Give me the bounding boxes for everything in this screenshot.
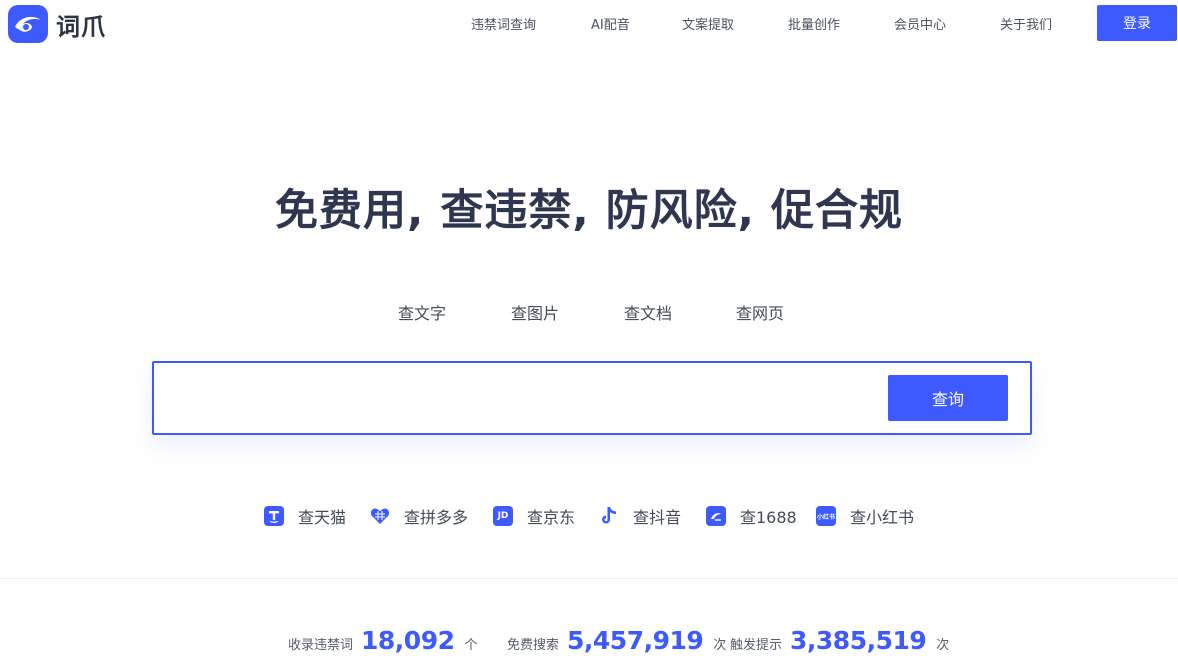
tab-document[interactable]: 查文档 bbox=[624, 300, 672, 324]
stat-label: 收录违禁词 bbox=[288, 638, 354, 653]
search-input[interactable] bbox=[166, 375, 866, 421]
top-nav: 违禁词查询 AI配音 文案提取 批量创作 会员中心 关于我们 bbox=[0, 0, 1178, 46]
platform-label: 查1688 bbox=[740, 508, 797, 527]
tab-image[interactable]: 查图片 bbox=[511, 300, 559, 324]
nav-item-ai-voice[interactable]: AI配音 bbox=[591, 14, 630, 33]
search-button[interactable]: 查询 bbox=[888, 375, 1008, 421]
platform-label: 查抖音 bbox=[633, 508, 682, 527]
stat-free-searches: 免费搜索 5,457,919 次 bbox=[507, 626, 726, 655]
stat-label: 触发提示 bbox=[730, 638, 783, 653]
stat-unit: 个 bbox=[464, 638, 478, 653]
platform-links: 查天猫 查拼多多 JD 查京东 查抖音 查1688 小红书 查小红书 bbox=[0, 504, 1178, 530]
douyin-icon bbox=[599, 506, 619, 526]
tmall-icon bbox=[264, 506, 284, 526]
nav-item-copy-extract[interactable]: 文案提取 bbox=[682, 14, 734, 33]
platform-label: 查京东 bbox=[527, 508, 576, 527]
search-box: 查询 bbox=[152, 361, 1032, 435]
stats-bar: 收录违禁词 18,092 个 免费搜索 5,457,919 次 触发提示 3,3… bbox=[0, 626, 1178, 660]
stat-value: 3,385,519 bbox=[790, 626, 927, 655]
login-button[interactable]: 登录 bbox=[1097, 5, 1177, 41]
header: 词爪 违禁词查询 AI配音 文案提取 批量创作 会员中心 关于我们 登录 bbox=[0, 0, 1178, 46]
stat-unit: 次 bbox=[936, 638, 950, 653]
stat-unit: 次 bbox=[713, 638, 727, 653]
platform-pinduoduo[interactable]: 查拼多多 bbox=[370, 504, 468, 528]
stat-value: 18,092 bbox=[361, 626, 455, 655]
xiaohongshu-icon: 小红书 bbox=[816, 506, 836, 526]
query-type-tabs: 查文字 查图片 查文档 查网页 bbox=[0, 300, 1178, 324]
tab-webpage[interactable]: 查网页 bbox=[736, 300, 784, 324]
nav-item-member-center[interactable]: 会员中心 bbox=[894, 14, 946, 33]
tab-text[interactable]: 查文字 bbox=[398, 300, 446, 324]
platform-label: 查拼多多 bbox=[404, 508, 469, 527]
stat-label: 免费搜索 bbox=[507, 638, 560, 653]
platform-label: 查小红书 bbox=[850, 508, 915, 527]
jd-icon: JD bbox=[493, 506, 513, 526]
nav-item-batch-create[interactable]: 批量创作 bbox=[788, 14, 840, 33]
platform-tmall[interactable]: 查天猫 bbox=[264, 504, 346, 528]
platform-jd[interactable]: JD 查京东 bbox=[493, 504, 575, 528]
platform-1688[interactable]: 查1688 bbox=[706, 504, 797, 528]
page-title: 免费用, 查违禁, 防风险, 促合规 bbox=[275, 186, 903, 236]
pinduoduo-icon bbox=[370, 506, 390, 526]
stat-triggered-alerts: 触发提示 3,385,519 次 bbox=[730, 626, 949, 655]
platform-xiaohongshu[interactable]: 小红书 查小红书 bbox=[816, 504, 914, 528]
section-divider bbox=[0, 578, 1178, 579]
stat-value: 5,457,919 bbox=[567, 626, 704, 655]
nav-item-banned-word-query[interactable]: 违禁词查询 bbox=[471, 14, 536, 33]
platform-label: 查天猫 bbox=[298, 508, 347, 527]
1688-icon bbox=[706, 506, 726, 526]
platform-douyin[interactable]: 查抖音 bbox=[599, 504, 681, 528]
stat-banned-words: 收录违禁词 18,092 个 bbox=[288, 626, 478, 655]
nav-item-about-us[interactable]: 关于我们 bbox=[1000, 14, 1052, 33]
